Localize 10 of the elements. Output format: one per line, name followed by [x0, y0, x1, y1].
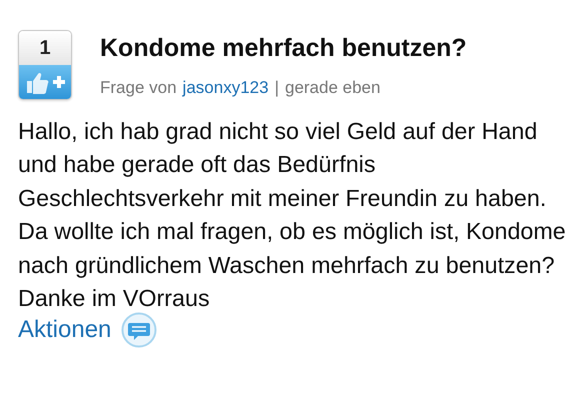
question-text: Hallo, ich hab grad nicht so viel Geld auf der Hand und habe gerade oft das Bedürfnis Geschlechtsverkehr mit meiner Freundin zu haben. Da wollte ich mal fragen, ob es möglich ist, Kondome nach gründlichem Waschen mehrfach zu benutzen? Danke im VOrraus: [18, 116, 566, 313]
thumbs-up-plus-button[interactable]: [19, 65, 71, 99]
actions-link[interactable]: Aktionen: [18, 312, 112, 348]
question-title: Kondome mehrfach benutzen?: [100, 33, 467, 63]
timestamp: gerade eben: [284, 77, 380, 99]
meta-label: Frage von: [100, 77, 177, 99]
author-link[interactable]: jasonxy123: [182, 75, 269, 100]
speech-bubble-icon[interactable]: [121, 312, 158, 348]
meta-separator: |: [274, 77, 279, 99]
vote-count: 1: [19, 31, 71, 65]
